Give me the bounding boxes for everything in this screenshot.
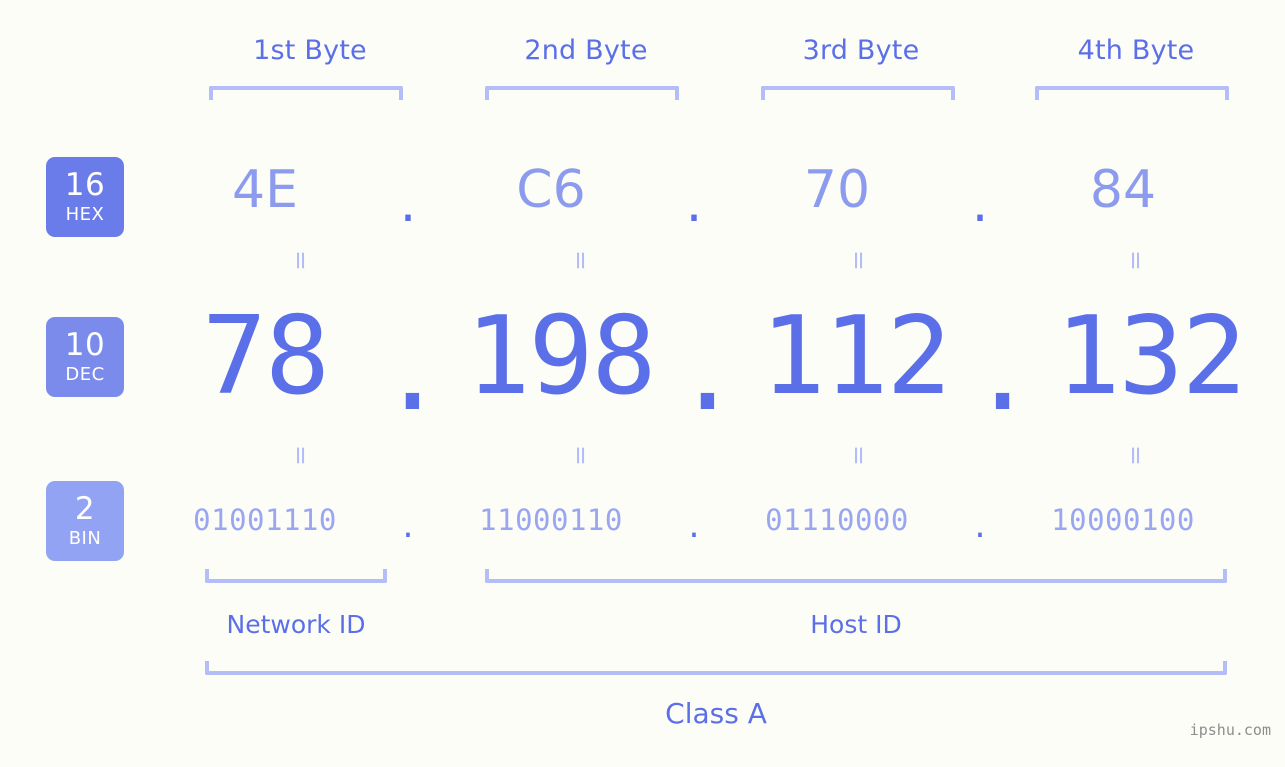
equals-marker-dec-bin-3: = (844, 445, 874, 466)
hex-separator-1: . (399, 174, 417, 234)
base-badge-hex: 16 HEX (46, 157, 124, 237)
base-badge-dec-name: DEC (65, 364, 105, 385)
network-id-label: Network ID (226, 610, 366, 639)
equals-marker-dec-bin-4: = (1121, 445, 1151, 466)
byte-bracket-4 (1035, 86, 1229, 100)
bin-byte-3: 01110000 (765, 503, 909, 537)
base-badge-bin: 2 BIN (46, 481, 124, 561)
byte-bracket-2 (485, 86, 679, 100)
byte-header-4: 4th Byte (1077, 35, 1195, 66)
byte-header-3: 3rd Byte (802, 35, 920, 66)
equals-marker-dec-bin-1: = (286, 445, 316, 466)
class-bracket (205, 661, 1227, 675)
hex-byte-4: 84 (1089, 160, 1157, 220)
dec-byte-3: 112 (760, 294, 952, 419)
hex-byte-1: 4E (232, 160, 298, 220)
binary-value-row: 01001110 . 11000110 . 01110000 . 1000010… (150, 496, 1240, 544)
base-badge-bin-number: 2 (74, 491, 96, 527)
bin-byte-4: 10000100 (1051, 503, 1195, 537)
host-id-bracket (485, 569, 1227, 583)
network-id-bracket (205, 569, 387, 583)
bin-byte-1: 01001110 (193, 503, 337, 537)
hex-byte-3: 70 (803, 160, 871, 220)
equals-marker-hex-dec-3: = (844, 250, 874, 271)
dec-separator-3: . (970, 310, 1036, 435)
base-badge-hex-number: 16 (64, 167, 106, 203)
equals-marker-hex-dec-1: = (286, 250, 316, 271)
bin-separator-3: . (971, 510, 989, 544)
equals-marker-dec-bin-2: = (566, 445, 596, 466)
byte-header-1: 1st Byte (253, 35, 367, 66)
base-badge-bin-name: BIN (68, 528, 102, 549)
dec-byte-2: 198 (465, 294, 656, 419)
host-id-label: Host ID (810, 610, 902, 639)
dec-separator-2: . (675, 310, 741, 435)
byte-bracket-1 (209, 86, 403, 100)
bin-separator-2: . (685, 510, 703, 544)
hex-value-row: 4E . C6 . 70 . 84 (150, 152, 1240, 234)
base-badge-hex-name: HEX (65, 204, 105, 225)
class-label: Class A (665, 697, 767, 730)
byte-header-2: 2nd Byte (524, 35, 648, 66)
equals-marker-hex-dec-4: = (1121, 250, 1151, 271)
base-badge-dec-number: 10 (64, 327, 106, 363)
bin-separator-1: . (399, 510, 417, 544)
bin-byte-2: 11000110 (479, 503, 623, 537)
byte-bracket-3 (761, 86, 955, 100)
site-watermark: ipshu.com (1189, 721, 1271, 739)
hex-separator-2: . (685, 174, 703, 234)
hex-byte-2: C6 (516, 160, 586, 220)
hex-separator-3: . (971, 174, 989, 234)
dec-byte-4: 132 (1055, 294, 1247, 419)
ip-breakdown-diagram: 1st Byte 2nd Byte 3rd Byte 4th Byte 16 H… (0, 0, 1285, 767)
dec-separator-1: . (380, 310, 446, 435)
base-badge-dec: 10 DEC (46, 317, 124, 397)
dec-byte-1: 78 (201, 294, 330, 419)
equals-marker-hex-dec-2: = (566, 250, 596, 271)
decimal-value-row: 78 . 198 . 112 . 132 (150, 294, 1247, 434)
